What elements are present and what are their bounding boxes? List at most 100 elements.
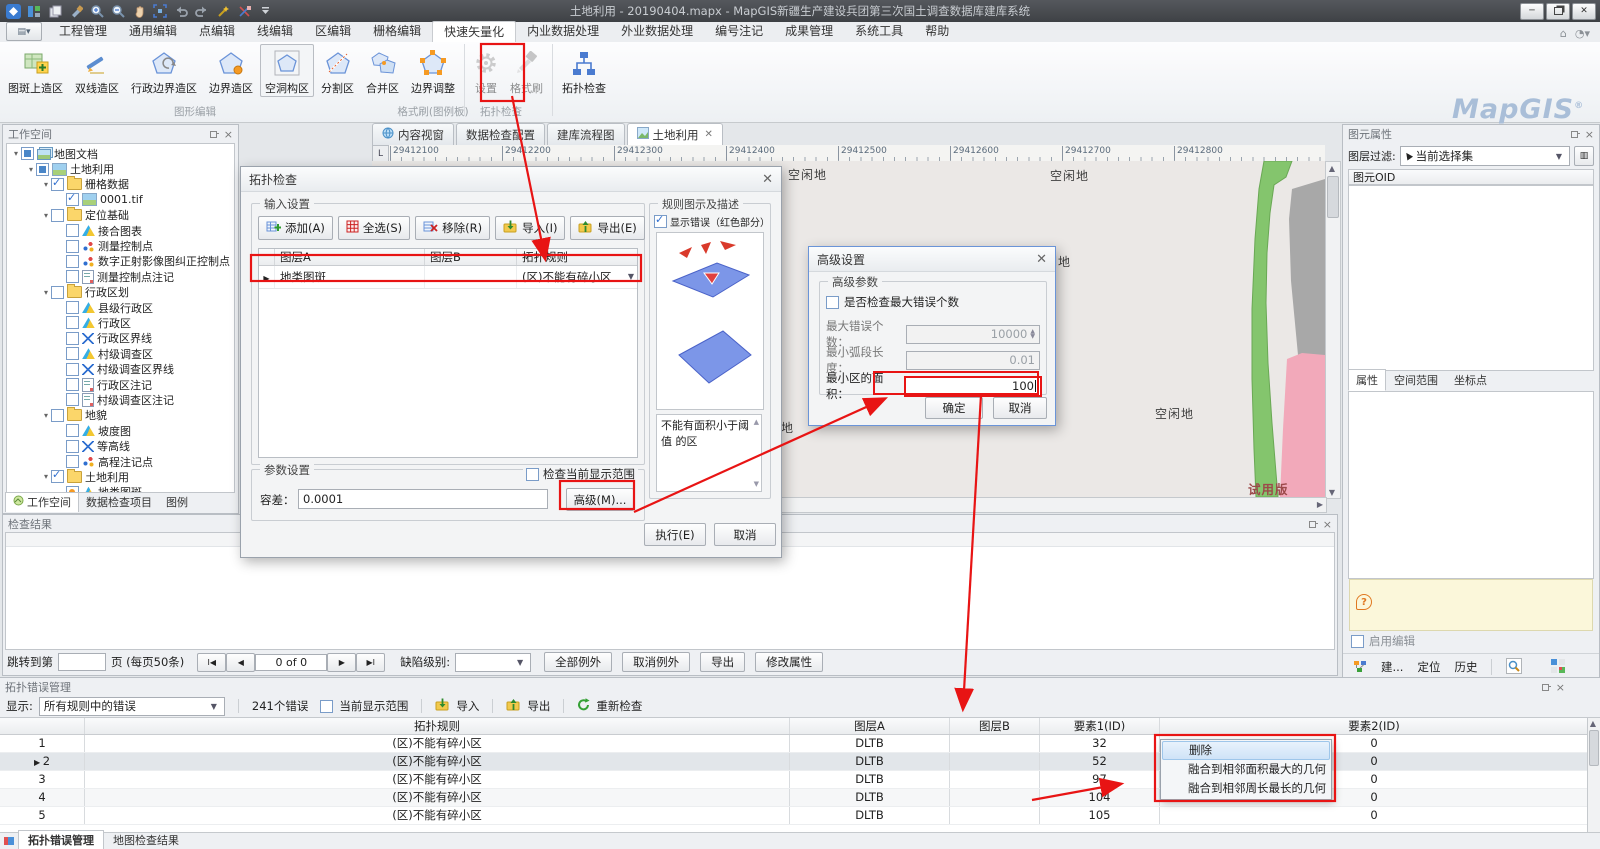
close-icon[interactable]: ✕: [705, 130, 713, 140]
layer-checkbox[interactable]: [66, 455, 79, 468]
action-button[interactable]: 修改属性: [755, 652, 823, 672]
tree-item[interactable]: ▾土地利用: [7, 469, 234, 484]
map-tab[interactable]: 建库流程图: [547, 123, 625, 145]
oid-column-header[interactable]: 图元OID: [1348, 169, 1594, 185]
column-header[interactable]: 拓扑规则: [517, 249, 637, 265]
tree-item[interactable]: 村级调查区: [7, 346, 234, 361]
pin-icon[interactable]: [1570, 130, 1579, 139]
expander-icon[interactable]: ▾: [11, 149, 21, 158]
pan-icon[interactable]: [130, 3, 148, 19]
footer-button[interactable]: 定位: [1417, 659, 1440, 675]
zoom-in-icon[interactable]: [88, 3, 106, 19]
tree-item[interactable]: ▾地图文档: [7, 146, 234, 161]
scroll-up-icon[interactable]: ▲: [1326, 162, 1338, 174]
context-menu-item[interactable]: 融合到相邻面积最大的几何: [1162, 760, 1330, 779]
error-row[interactable]: ▶ 2(区)不能有碎小区DLTB520: [0, 753, 1588, 771]
advanced-button[interactable]: 高级(M)...: [566, 488, 634, 511]
action-button[interactable]: 全部例外: [544, 652, 612, 672]
undo-icon[interactable]: [172, 3, 190, 19]
scroll-down-icon[interactable]: ▼: [754, 479, 759, 489]
tree-item[interactable]: 接合图表: [7, 223, 234, 238]
tree-item[interactable]: 村级调查区注记: [7, 392, 234, 407]
expander-icon[interactable]: ▾: [26, 165, 36, 174]
close-icon[interactable]: ×: [1585, 129, 1594, 140]
home-icon[interactable]: ⌂: [1560, 27, 1567, 40]
tree-item[interactable]: ▾地貌: [7, 408, 234, 423]
tree-item[interactable]: 行政区注记: [7, 377, 234, 392]
pin-icon[interactable]: [1541, 683, 1550, 692]
expander-icon[interactable]: ▾: [41, 288, 51, 297]
layer-checkbox[interactable]: [51, 409, 64, 422]
view-layout-icon[interactable]: [25, 3, 43, 19]
tree-item[interactable]: 行政区: [7, 315, 234, 330]
oid-list[interactable]: [1348, 185, 1594, 371]
ribbon-button-poly-split[interactable]: 分割区: [316, 44, 359, 97]
layer-checkbox[interactable]: [66, 316, 79, 329]
show-errors-checkbox[interactable]: [654, 215, 667, 228]
footer-button[interactable]: 建...: [1381, 659, 1403, 675]
ribbon-button-poly-merge[interactable]: 合并区: [361, 44, 404, 97]
ribbon-tab-3[interactable]: 点编辑: [188, 21, 246, 41]
more-icon[interactable]: [256, 3, 274, 19]
error-row[interactable]: 1(区)不能有碎小区DLTB320: [0, 735, 1588, 753]
map-tab[interactable]: 数据检查配置: [456, 123, 545, 145]
dialog-title-bar[interactable]: 拓扑检查 ✕: [241, 167, 781, 192]
attribute-area[interactable]: [1348, 391, 1594, 579]
tree-item[interactable]: 测量控制点注记: [7, 269, 234, 284]
close-icon[interactable]: ×: [224, 129, 233, 140]
scroll-up-icon[interactable]: ▲: [1588, 718, 1598, 728]
column-header[interactable]: 图层A: [790, 718, 950, 734]
map-tab[interactable]: 内容视窗: [372, 123, 454, 145]
ribbon-button-pencil[interactable]: 双线造区: [70, 44, 124, 97]
tree-item[interactable]: ▾定位基础: [7, 208, 234, 223]
ribbon-tab-8[interactable]: 内业数据处理: [516, 21, 610, 41]
app-menu-button[interactable]: ▤▾: [6, 22, 42, 41]
expander-icon[interactable]: ▾: [41, 180, 51, 189]
layer-checkbox[interactable]: [66, 378, 79, 391]
map-vscrollbar[interactable]: ▲ ▼: [1325, 161, 1341, 499]
fit-extent-icon[interactable]: [151, 3, 169, 19]
error-row[interactable]: 4(区)不能有碎小区DLTB1040: [0, 789, 1588, 807]
cancel-button[interactable]: 取消: [714, 523, 776, 546]
restore-button[interactable]: [1546, 3, 1570, 20]
scroll-right-icon[interactable]: ▶: [1314, 498, 1326, 510]
tree-item[interactable]: ▾行政区划: [7, 285, 234, 300]
close-icon[interactable]: ✕: [1036, 253, 1047, 266]
ribbon-button-poly-nodes[interactable]: 边界调整: [406, 44, 460, 97]
defect-level-select[interactable]: ▼: [455, 653, 531, 672]
layer-checkbox[interactable]: [51, 286, 64, 299]
footer-button[interactable]: 历史: [1454, 659, 1477, 675]
remove-button[interactable]: 移除(R): [415, 216, 490, 240]
scroll-up-icon[interactable]: ▲: [754, 417, 759, 427]
layer-checkbox[interactable]: [66, 193, 79, 206]
ribbon-tab-1[interactable]: 工程管理: [48, 21, 118, 41]
tree-item[interactable]: 数字正射影像图纠正控制点: [7, 254, 234, 269]
workspace-tab[interactable]: 图例: [159, 493, 195, 512]
cancel-button[interactable]: 取消: [993, 397, 1047, 419]
ribbon-tab-7[interactable]: 快速矢量化: [432, 21, 516, 42]
workspace-tab[interactable]: 工作空间: [5, 492, 79, 512]
map-tab[interactable]: 土地利用✕: [627, 123, 723, 145]
ribbon-tab-11[interactable]: 成果管理: [774, 21, 844, 41]
layer-checkbox[interactable]: [66, 224, 79, 237]
tree-item[interactable]: 等高线: [7, 438, 234, 453]
action-button[interactable]: 导出: [700, 652, 745, 672]
action-button[interactable]: 取消例外: [622, 652, 690, 672]
close-icon[interactable]: ×: [1323, 519, 1332, 530]
close-icon[interactable]: ×: [1556, 682, 1565, 693]
feature-tab[interactable]: 空间范围: [1386, 369, 1446, 391]
dialog-title-bar[interactable]: 高级设置 ✕: [809, 247, 1055, 272]
style-brush-icon[interactable]: [67, 3, 85, 19]
import-button[interactable]: 导入: [456, 698, 479, 714]
crosshair-icon[interactable]: [235, 3, 253, 19]
column-toggle-button[interactable]: ▥: [1574, 146, 1594, 166]
tree-item[interactable]: 测量控制点: [7, 238, 234, 253]
scroll-thumb[interactable]: [1589, 730, 1599, 766]
ribbon-tab-5[interactable]: 区编辑: [304, 21, 362, 41]
layer-checkbox[interactable]: [66, 424, 79, 437]
check-extent-checkbox[interactable]: [526, 468, 539, 481]
ribbon-button-map-plus[interactable]: 图斑上造区: [3, 44, 68, 97]
max-error-checkbox[interactable]: [826, 296, 839, 309]
feature-tab[interactable]: 坐标点: [1446, 369, 1495, 391]
ribbon-tab-6[interactable]: 栅格编辑: [362, 21, 432, 41]
